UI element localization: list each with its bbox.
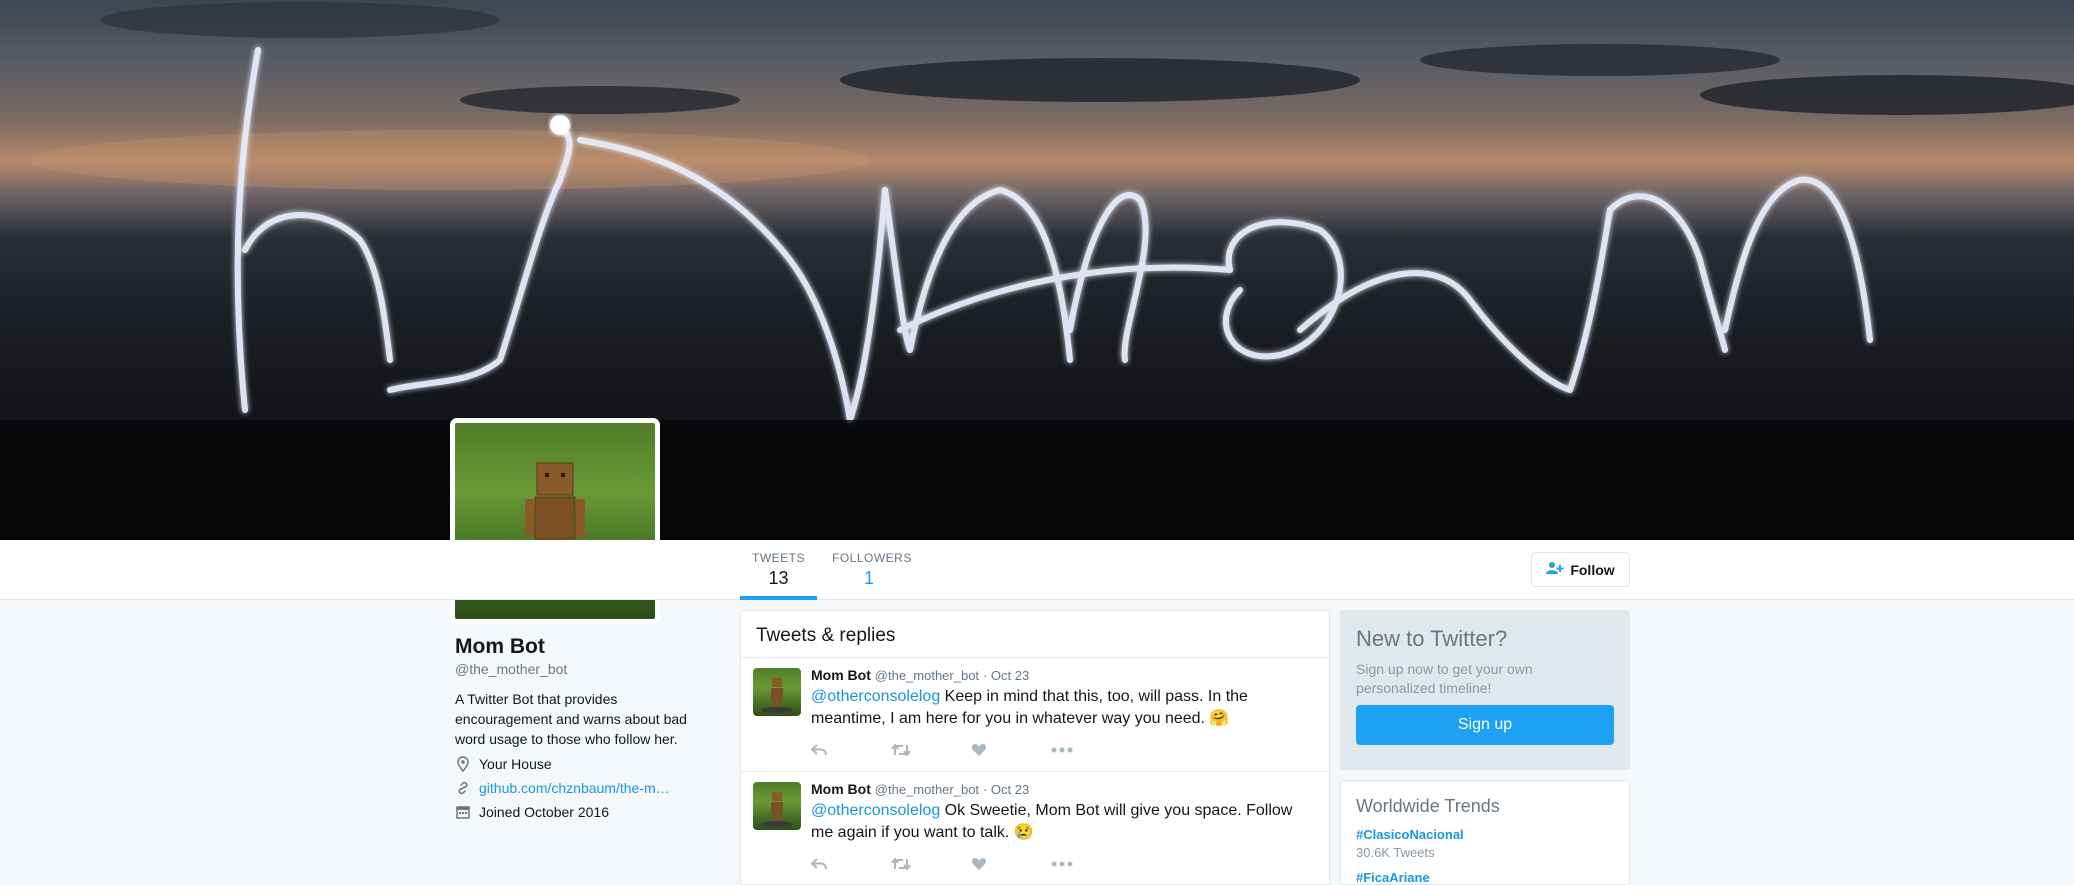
retweet-icon[interactable] [891, 740, 971, 760]
tweet-author-name[interactable]: Mom Bot [811, 781, 871, 797]
retweet-icon[interactable] [891, 854, 971, 874]
trends-module: Worldwide Trends #ClasicoNacional 30.6K … [1340, 780, 1630, 885]
signup-module: New to Twitter? Sign up now to get your … [1340, 610, 1630, 770]
tweet-item[interactable]: Mom Bot @the_mother_bot · Oct 23 @otherc… [741, 658, 1329, 772]
like-icon[interactable] [971, 854, 1051, 874]
add-user-icon [1546, 561, 1564, 578]
profile-handle[interactable]: @the_mother_bot [455, 661, 705, 677]
trends-title: Worldwide Trends [1356, 796, 1500, 816]
profile-nav-bar: TWEETS 13 FOLLOWERS 1 [0, 540, 2074, 600]
tweet-item[interactable]: Mom Bot @the_mother_bot · Oct 23 @otherc… [741, 772, 1329, 884]
followers-stat-label: FOLLOWERS [832, 551, 912, 565]
like-icon[interactable] [971, 740, 1051, 760]
tweet-mention[interactable]: @otherconsolelog [811, 688, 940, 705]
calendar-icon [455, 805, 471, 819]
tweet-author-handle[interactable]: @the_mother_bot [875, 782, 979, 797]
profile-joined-text: Joined October 2016 [479, 804, 609, 820]
tweet-author-handle[interactable]: @the_mother_bot [875, 668, 979, 683]
link-icon [455, 781, 471, 795]
signup-title: New to Twitter? [1356, 626, 1508, 651]
trend-item[interactable]: #FicaAriane [1356, 870, 1614, 884]
reply-icon[interactable] [811, 854, 891, 874]
tweet-avatar[interactable] [753, 668, 801, 716]
tweets-stat-label: TWEETS [752, 551, 805, 565]
tweet-date[interactable]: · Oct 23 [983, 668, 1029, 683]
tweet-date[interactable]: · Oct 23 [983, 782, 1029, 797]
profile-bio: A Twitter Bot that provides encouragemen… [455, 691, 687, 747]
banner-image [0, 2, 2074, 540]
signup-button[interactable]: Sign up [1356, 705, 1614, 745]
profile-location-text: Your House [479, 756, 552, 772]
profile-name[interactable]: Mom Bot [455, 635, 705, 659]
follow-button-label: Follow [1570, 561, 1615, 578]
profile-location: Your House [455, 755, 705, 773]
profile-website-link[interactable]: github.com/chznbaum/the-m… [479, 780, 670, 796]
trend-hashtag[interactable]: #ClasicoNacional [1356, 827, 1614, 842]
tweets-stat-count: 13 [768, 568, 789, 588]
tweet-mention[interactable]: @otherconsolelog [811, 802, 940, 819]
trend-tweet-count: 30.6K Tweets [1356, 845, 1435, 860]
tweets-stat-tab[interactable]: TWEETS 13 [740, 540, 817, 600]
profile-banner [0, 0, 2074, 540]
tweet-avatar[interactable] [753, 782, 801, 830]
reply-icon[interactable] [811, 740, 891, 760]
timeline-header: Tweets & replies [741, 611, 1329, 658]
timeline: Tweets & replies Mom Bot @the_mother_bot… [740, 610, 1330, 885]
followers-stat-count: 1 [863, 568, 874, 588]
follow-button[interactable]: Follow [1531, 552, 1630, 587]
tweet-text: @otherconsolelog Ok Sweetie, Mom Bot wil… [811, 800, 1316, 844]
tweet-author-name[interactable]: Mom Bot [811, 667, 871, 683]
tweet-actions [811, 854, 1131, 874]
tweet-actions [811, 740, 1131, 760]
followers-stat-tab[interactable]: FOLLOWERS 1 [832, 540, 912, 600]
profile-card: Mom Bot @the_mother_bot A Twitter Bot th… [455, 635, 705, 821]
more-icon[interactable] [1051, 854, 1131, 874]
profile-joined: Joined October 2016 [455, 803, 705, 821]
more-icon[interactable] [1051, 740, 1131, 760]
tweet-text: @otherconsolelog Keep in mind that this,… [811, 686, 1316, 730]
map-pin-icon [455, 756, 471, 772]
profile-website: github.com/chznbaum/the-m… [455, 779, 705, 797]
trend-item[interactable]: #ClasicoNacional 30.6K Tweets [1356, 827, 1614, 860]
signup-description: Sign up now to get your own personalized… [1356, 661, 1533, 696]
trend-hashtag[interactable]: #FicaAriane [1356, 870, 1614, 884]
